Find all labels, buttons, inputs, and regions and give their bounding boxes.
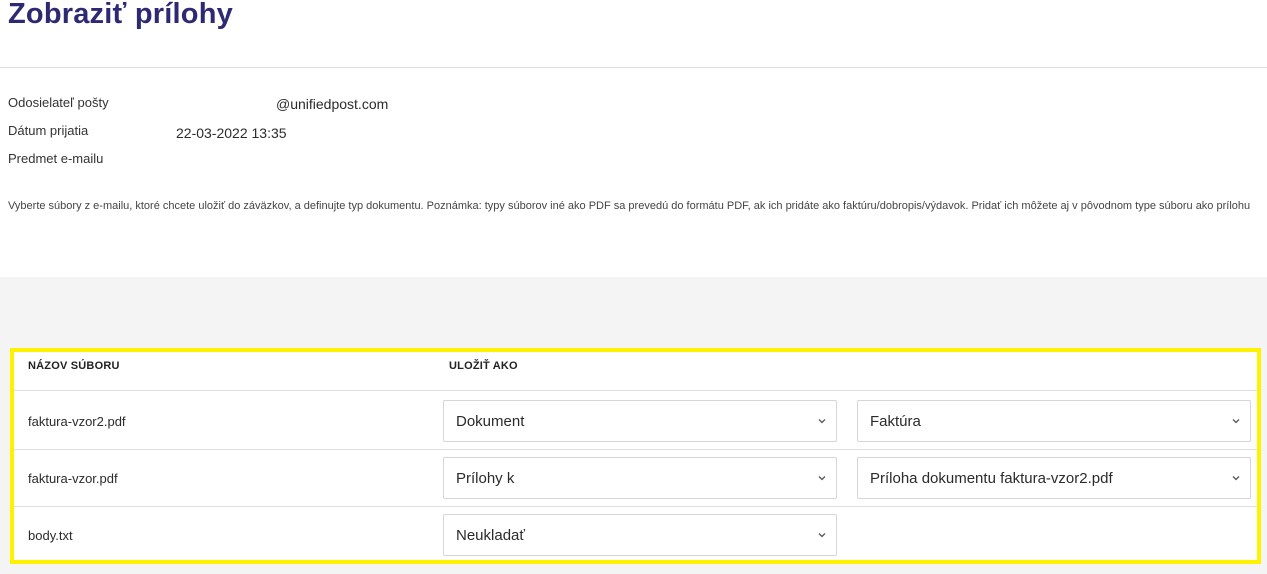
save-as-select[interactable]: Prílohy k [443,457,837,499]
column-header-save-as: ULOŽIŤ AKO [449,360,518,372]
date-value: 22-03-2022 13:35 [176,125,287,141]
chevron-down-icon [818,533,826,538]
date-label: Dátum prijatia [8,123,89,138]
file-name: faktura-vzor2.pdf [28,414,126,429]
chevron-down-icon [1232,419,1240,424]
save-as-value: Dokument [456,412,525,430]
attachment-target-select[interactable]: Príloha dokumentu faktura-vzor2.pdf [857,457,1251,499]
save-as-select[interactable]: Neukladať [443,514,837,556]
header-divider [14,390,1257,391]
sender-value: @unifiedpost.com [276,96,389,112]
save-as-value: Neukladať [456,526,526,544]
subject-label: Predmet e-mailu [8,151,104,166]
chevron-down-icon [1232,476,1240,481]
sender-label: Odosielateľ pošty [8,95,109,110]
row-divider [14,506,1257,507]
chevron-down-icon [818,419,826,424]
row-divider [14,449,1257,450]
save-as-select[interactable]: Dokument [443,400,837,442]
file-name: body.txt [28,528,73,543]
file-name: faktura-vzor.pdf [28,471,118,486]
title-divider [0,67,1267,68]
instructions-note: Vyberte súbory z e-mailu, ktoré chcete u… [8,200,1251,212]
document-type-value: Faktúra [870,412,921,430]
document-type-select[interactable]: Faktúra [857,400,1251,442]
attachments-table: NÁZOV SÚBORU ULOŽIŤ AKO faktura-vzor2.pd… [10,348,1261,564]
attachment-target-value: Príloha dokumentu faktura-vzor2.pdf [870,469,1113,487]
save-as-value: Prílohy k [456,469,515,487]
chevron-down-icon [818,476,826,481]
page-title: Zobraziť prílohy [8,0,233,30]
column-header-filename: NÁZOV SÚBORU [28,360,120,372]
